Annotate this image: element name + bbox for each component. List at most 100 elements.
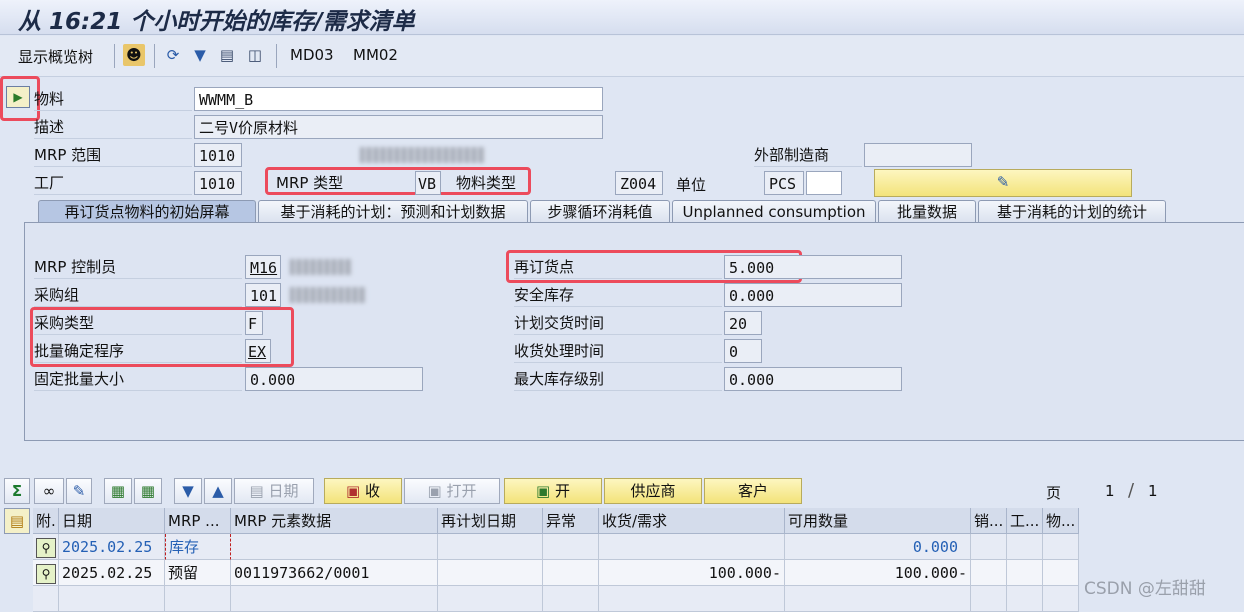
glasses-icon[interactable]: ∞ (34, 478, 64, 504)
filter-icon[interactable]: ▼ (189, 44, 211, 66)
planned-delivery-time-label: 计划交货时间 (514, 311, 722, 335)
lot-size-procedure-field[interactable]: EX (245, 339, 271, 363)
ext-manufacturer-label: 外部制造商 (754, 143, 862, 167)
unit-extra-field[interactable] (806, 171, 842, 195)
page-label: 页 (1046, 484, 1062, 502)
tab-consumption-statistics[interactable]: 基于消耗的计划的统计 (978, 200, 1166, 222)
mrp-controller-field[interactable]: M16 (245, 255, 281, 279)
column-header-plant[interactable]: 工... (1007, 508, 1043, 534)
empty-cell (231, 586, 438, 612)
date-button[interactable]: ▤ 日期 (234, 478, 314, 504)
planned-delivery-time-field[interactable]: 20 (724, 311, 762, 335)
description-label: 描述 (34, 115, 192, 139)
cell-material (1043, 534, 1079, 560)
column-header-date[interactable]: 日期 (59, 508, 165, 534)
purchasing-group-label: 采购组 (34, 283, 242, 307)
customer-button[interactable]: 客户 (704, 478, 802, 504)
cell-mrp[interactable]: 预留 (165, 560, 231, 586)
cell-date: 2025.02.25 (59, 534, 165, 560)
tab-step-cycle-consumption[interactable]: 步骤循环消耗值 (530, 200, 670, 222)
mrp-controller-label: MRP 控制员 (34, 255, 242, 279)
document-icon[interactable]: ◫ (244, 44, 266, 66)
unit-field: PCS (764, 171, 804, 195)
sort-down-icon[interactable]: ▼ (174, 478, 202, 504)
empty-cell (971, 586, 1007, 612)
expand-header-icon[interactable]: ▶ (6, 86, 30, 108)
redacted-text (290, 287, 366, 303)
receive-button[interactable]: ▣ 收 (324, 478, 402, 504)
magnifier-icon[interactable]: ⚲ (36, 538, 56, 558)
tab-unplanned-consumption[interactable]: Unplanned consumption (672, 200, 876, 222)
cell-material (1043, 560, 1079, 586)
column-header-material[interactable]: 物... (1043, 508, 1079, 534)
people-icon[interactable]: ☻ (123, 44, 145, 66)
column-header-attachment[interactable]: 附. (33, 508, 59, 534)
mm02-button[interactable]: MM02 (353, 46, 398, 64)
magnifier-icon[interactable]: ⚲ (36, 564, 56, 584)
cell-sales (971, 534, 1007, 560)
tab-reorder-point-initial[interactable]: 再订货点物料的初始屏幕 (38, 200, 256, 222)
material-field[interactable]: WWMM_B (194, 87, 603, 111)
material-type-field: Z004 (615, 171, 663, 195)
sum-icon[interactable]: Σ (4, 478, 30, 504)
pencil-icon[interactable]: ✎ (66, 478, 92, 504)
empty-cell (59, 586, 165, 612)
fixed-lot-size-label: 固定批量大小 (34, 367, 242, 391)
safety-stock-label: 安全库存 (514, 283, 722, 307)
cell-receipt: 100.000- (599, 560, 785, 586)
vendor-button[interactable]: 供应商 (604, 478, 702, 504)
table-row[interactable]: ⚲ (33, 560, 59, 586)
open-button[interactable]: ▣ 开 (504, 478, 602, 504)
hierarchy-expand-icon[interactable]: ▦ (134, 478, 162, 504)
gr-processing-time-label: 收货处理时间 (514, 339, 722, 363)
open-button-label: 开 (554, 482, 570, 500)
plant-field: 1010 (194, 171, 242, 195)
procurement-type-field[interactable]: F (245, 311, 263, 335)
material-type-label: 物料类型 (456, 174, 517, 192)
column-header-mrp[interactable]: MRP ... (165, 508, 231, 534)
show-overview-tree-button[interactable]: 显示概览树 (18, 46, 93, 67)
layout-icon[interactable]: ▤ (4, 508, 30, 534)
unit-label: 单位 (676, 176, 707, 194)
toolbar-separator (114, 44, 115, 68)
page-separator: / (1128, 480, 1135, 501)
cell-receipt (599, 534, 785, 560)
edit-icon[interactable]: ✎ (874, 169, 1132, 197)
reorder-point-field[interactable]: 5.000 (724, 255, 902, 279)
gr-processing-time-field[interactable]: 0 (724, 339, 762, 363)
hierarchy-icon[interactable]: ▦ (104, 478, 132, 504)
date-button-label: 日期 (268, 482, 299, 500)
max-stock-level-field[interactable]: 0.000 (724, 367, 902, 391)
purchasing-group-field[interactable]: 101 (245, 283, 281, 307)
column-header-mrp-element[interactable]: MRP 元素数据 (231, 508, 438, 534)
page-current: 1 (1105, 482, 1115, 500)
mrp-area-field: 1010 (194, 143, 242, 167)
md03-button[interactable]: MD03 (290, 46, 334, 64)
cell-mrp-element: 0011973662/0001 (231, 560, 438, 586)
column-header-receipt-requirement[interactable]: 收货/需求 (599, 508, 785, 534)
mrp-type-label: MRP 类型 (276, 174, 344, 192)
empty-cell (543, 586, 599, 612)
column-header-exception[interactable]: 异常 (543, 508, 599, 534)
table-row[interactable]: ⚲ (33, 534, 59, 560)
cell-plant (1007, 534, 1043, 560)
fixed-lot-size-field[interactable]: 0.000 (245, 367, 423, 391)
page-total: 1 (1148, 482, 1158, 500)
mrp-area-label: MRP 范围 (34, 143, 192, 167)
empty-cell (165, 586, 231, 612)
column-header-available-qty[interactable]: 可用数量 (785, 508, 971, 534)
cell-available: 100.000- (785, 560, 971, 586)
cell-mrp[interactable]: 库存 (165, 534, 231, 560)
sort-up-icon[interactable]: ▲ (204, 478, 232, 504)
max-stock-level-label: 最大库存级别 (514, 367, 722, 391)
column-header-reschedule[interactable]: 再计划日期 (438, 508, 543, 534)
tab-lot-data[interactable]: 批量数据 (878, 200, 976, 222)
safety-stock-field[interactable]: 0.000 (724, 283, 902, 307)
tab-consumption-forecast[interactable]: 基于消耗的计划：预测和计划数据 (258, 200, 528, 222)
detail-icon[interactable]: ▤ (216, 44, 238, 66)
redacted-text (360, 147, 485, 163)
refresh-icon[interactable]: ⟳ (162, 44, 184, 66)
column-header-sales[interactable]: 销... (971, 508, 1007, 534)
open-disabled-icon: ▣ (427, 482, 447, 500)
empty-cell (785, 586, 971, 612)
